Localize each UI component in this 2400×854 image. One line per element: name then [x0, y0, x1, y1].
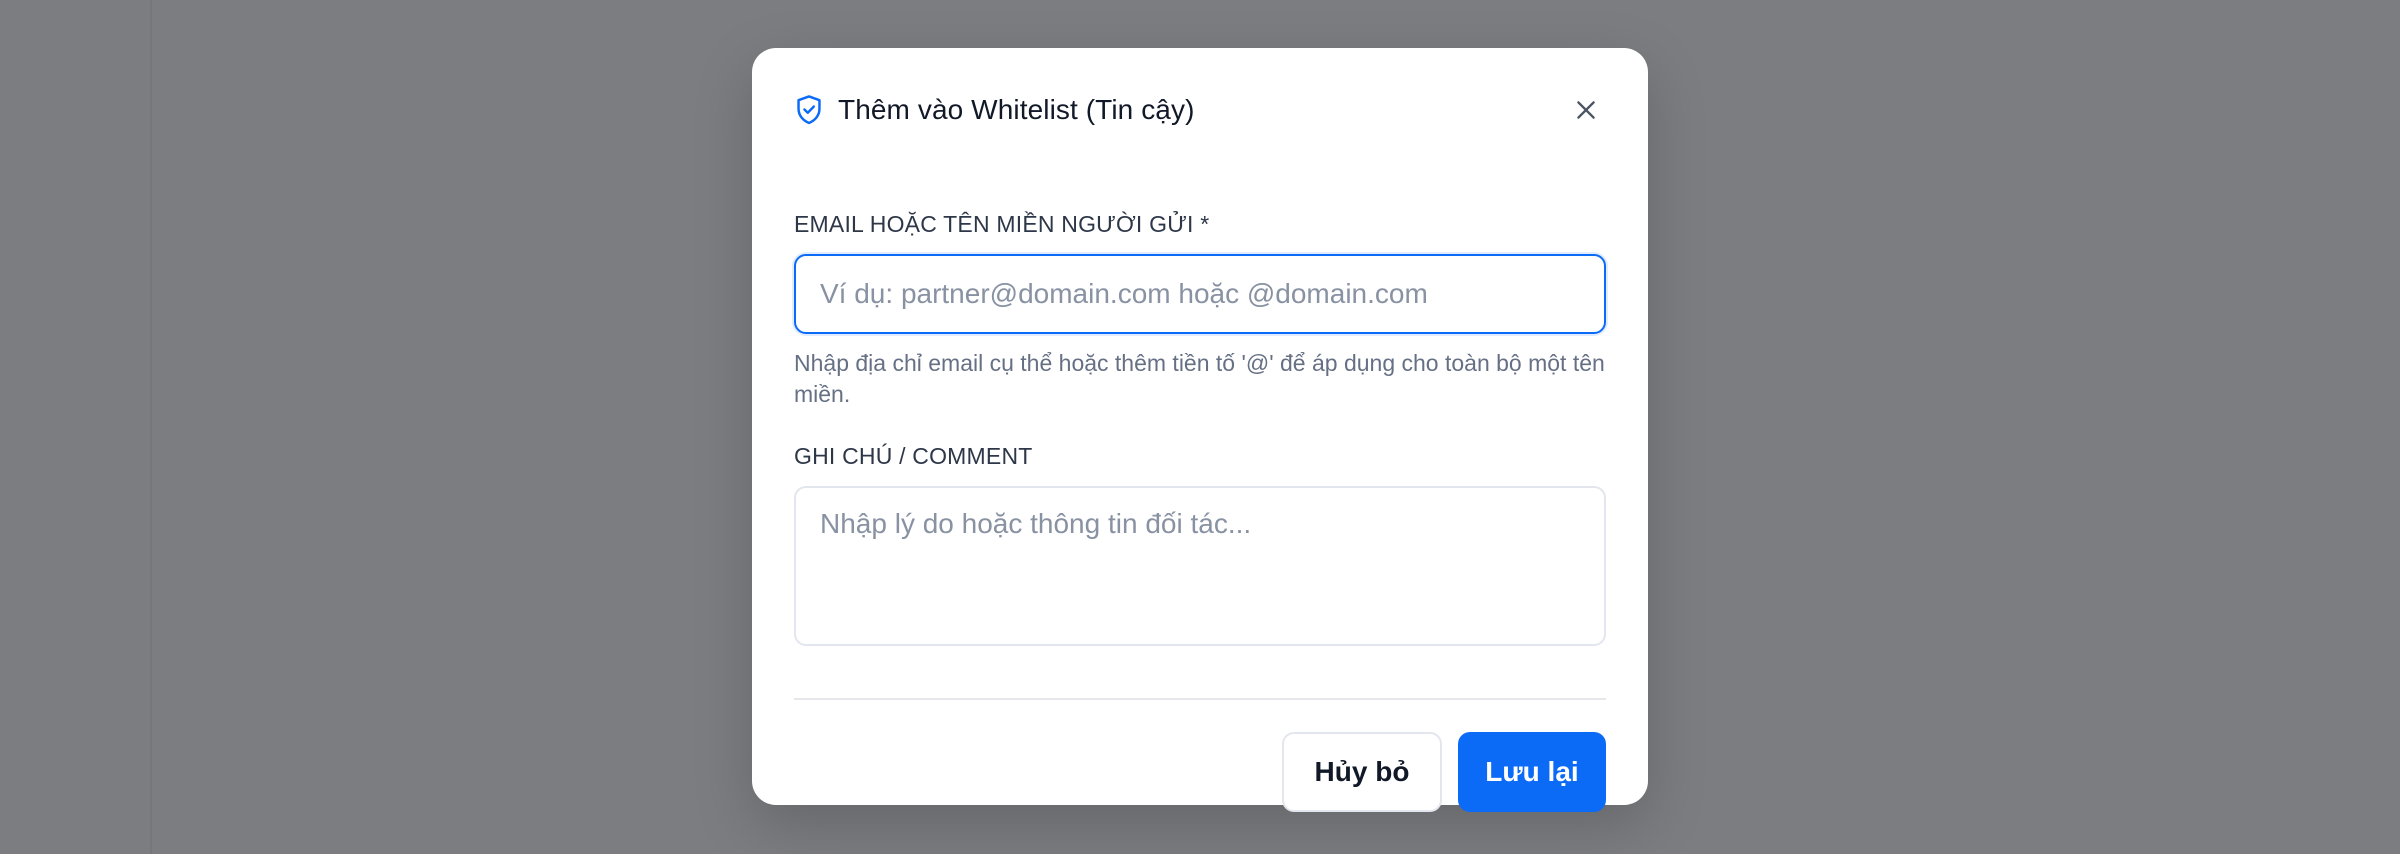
sender-email-input[interactable]	[794, 254, 1606, 334]
footer-divider	[794, 698, 1606, 700]
dialog-header: Thêm vào Whitelist (Tin cậy)	[794, 90, 1606, 130]
email-field-hint: Nhập địa chỉ email cụ thể hoặc thêm tiền…	[794, 350, 1605, 407]
close-button[interactable]	[1566, 90, 1606, 130]
cancel-button[interactable]: Hủy bỏ	[1282, 732, 1442, 812]
shield-check-icon	[794, 94, 824, 126]
note-textarea[interactable]	[794, 486, 1606, 646]
dialog-title: Thêm vào Whitelist (Tin cậy)	[838, 94, 1195, 125]
background-divider	[150, 0, 152, 854]
email-field-label: EMAIL HOẶC TÊN MIỀN NGƯỜI GỬI *	[794, 211, 1210, 237]
note-field-label: GHI CHÚ / COMMENT	[794, 443, 1033, 469]
save-button[interactable]: Lưu lại	[1458, 732, 1606, 812]
close-icon	[1577, 101, 1595, 119]
whitelist-dialog: Thêm vào Whitelist (Tin cậy) EMAIL HOẶC …	[752, 48, 1648, 812]
